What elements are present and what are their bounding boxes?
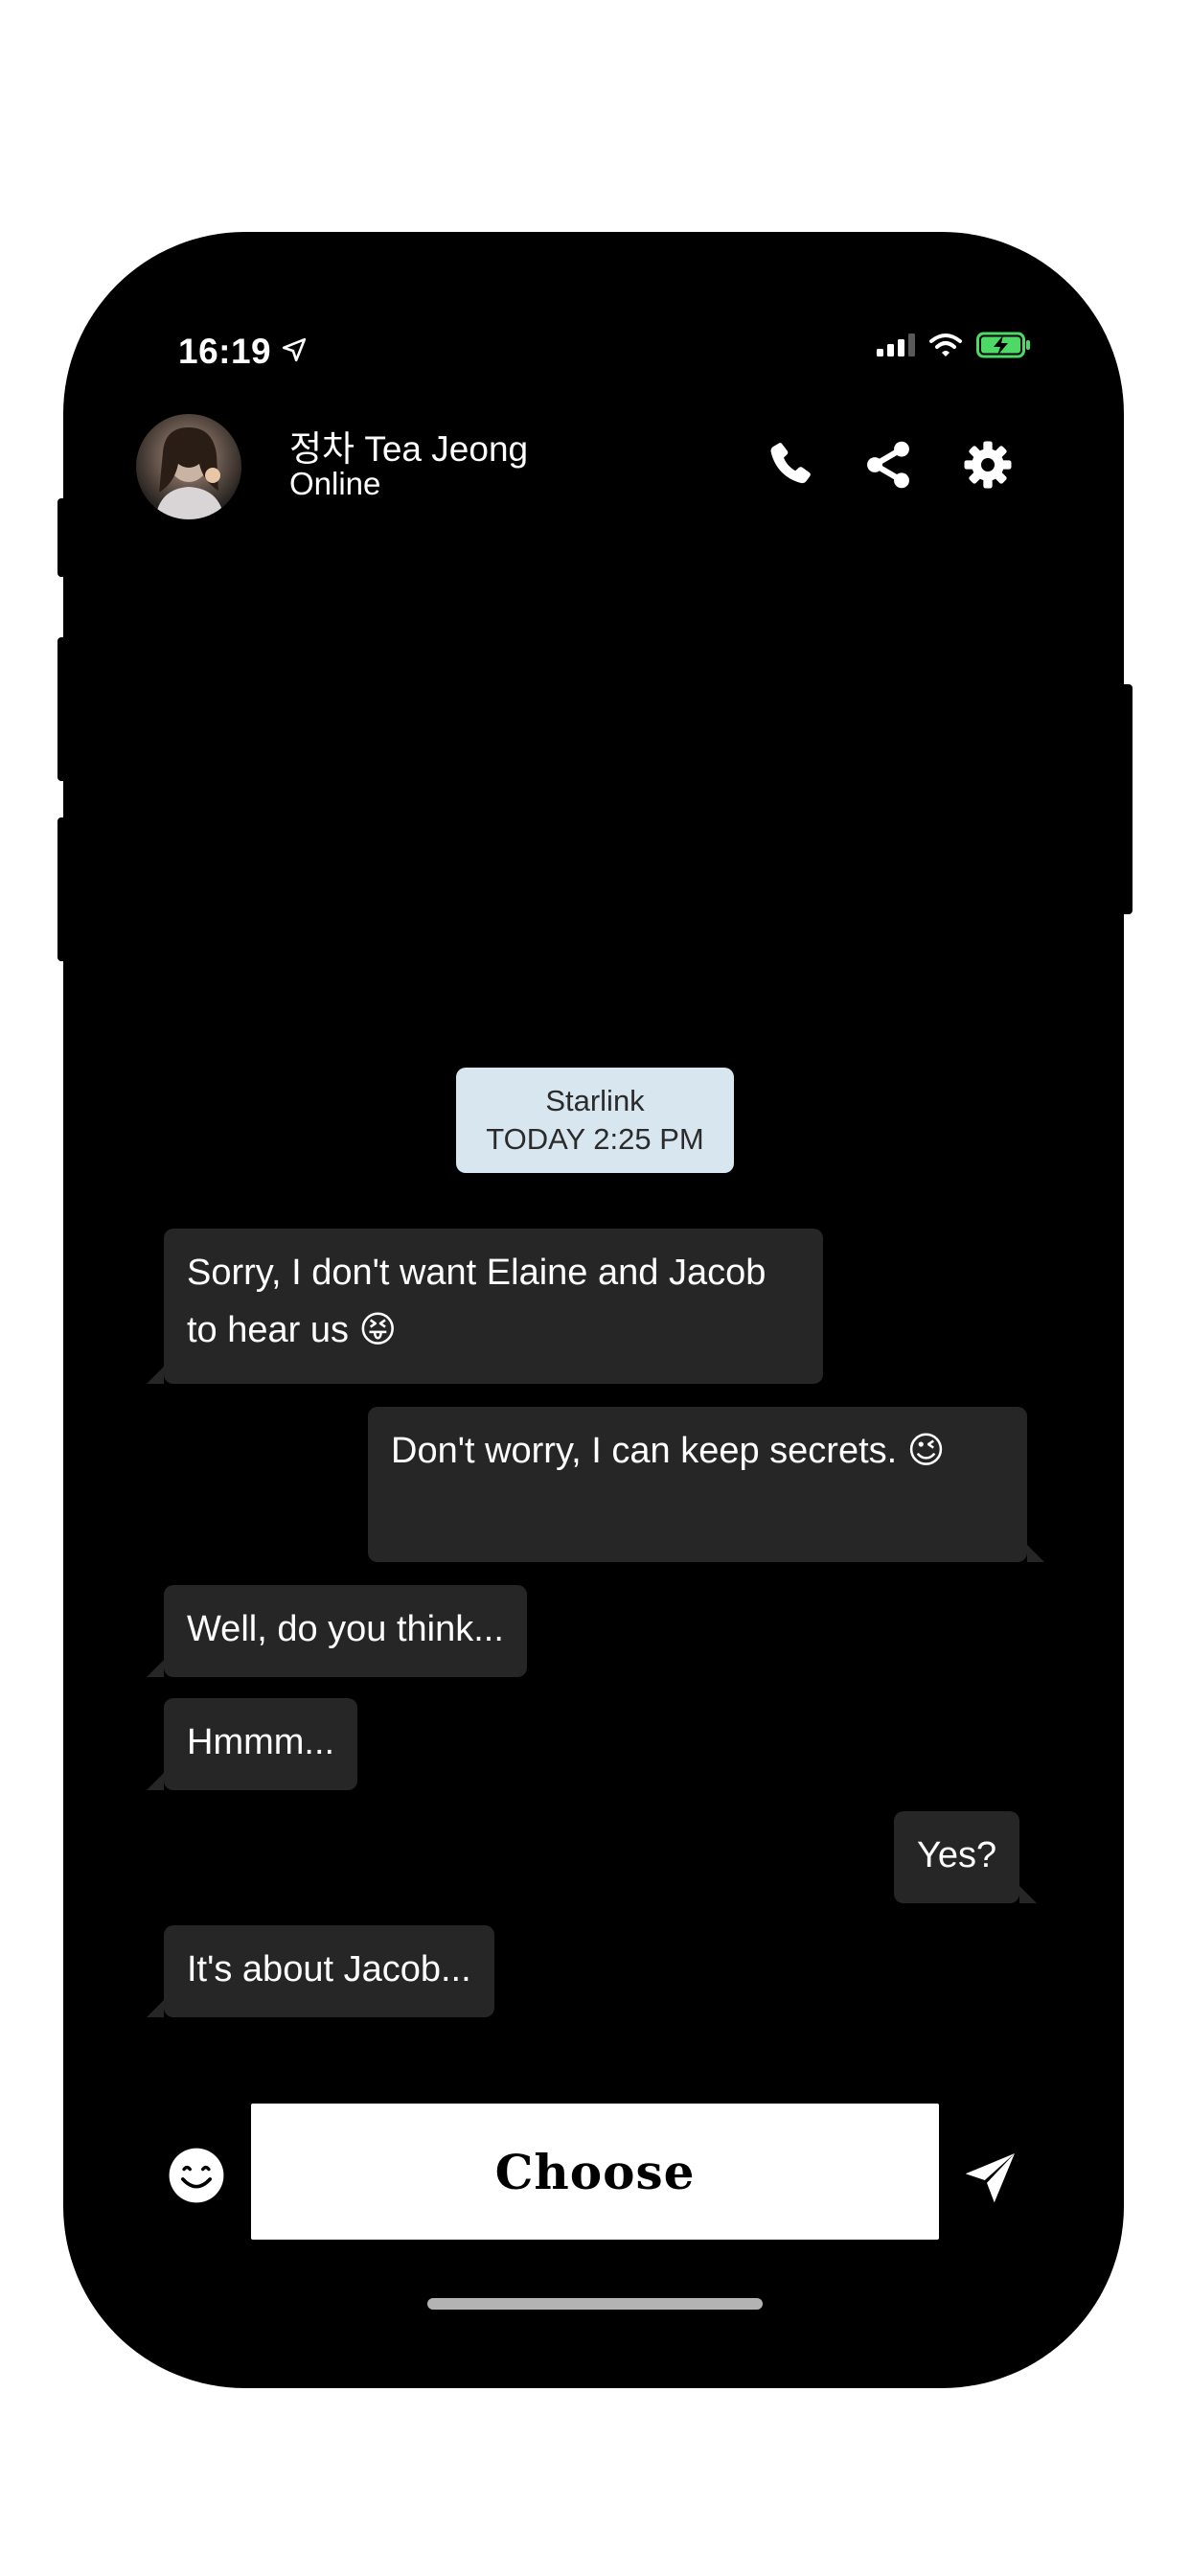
share-icon [867,441,909,489]
message-bubble-incoming[interactable]: It's about Jacob... [147,1925,494,2017]
call-button[interactable] [761,435,820,494]
home-indicator[interactable] [427,2298,763,2310]
contact-name: 정차 Tea Jeong [289,429,529,469]
gear-icon [964,441,1012,489]
send-icon [965,2153,1015,2203]
timestamp-source: Starlink [545,1084,645,1117]
phone-frame: 16:19 정차 Tea Jeong Online Starlink TODAY… [63,232,1124,2388]
screen: 16:19 정차 Tea Jeong Online Starlink TODAY… [0,0,1190,2576]
emoji-button[interactable] [167,2146,226,2205]
smiley-icon [169,2148,224,2203]
status-icons [877,332,1032,358]
send-button[interactable] [962,2149,1019,2206]
message-bubble-outgoing[interactable]: Yes? [894,1811,1038,1903]
timestamp-chip: Starlink TODAY 2:25 PM [456,1068,734,1173]
choose-button[interactable]: Choose [251,2104,939,2240]
signal-icon [877,334,915,356]
settings-button[interactable] [958,435,1018,494]
message-bubble-outgoing[interactable]: Don't worry, I can keep secrets. 😉 [368,1407,1044,1562]
message-bubble-incoming[interactable]: Hmmm... [146,1698,358,1790]
message-bubble-incoming[interactable]: Well, do you think... [147,1585,527,1677]
avatar[interactable] [136,414,241,519]
message-bubble-incoming[interactable]: Sorry, I don't want Elaine and Jacob to … [147,1229,823,1384]
battery-charging-icon [976,332,1030,358]
wifi-icon [929,334,962,356]
status-time: 16:19 [178,332,272,371]
avatar-photo [155,427,224,519]
location-arrow-icon [282,337,307,362]
share-button[interactable] [858,435,918,494]
timestamp-time: TODAY 2:25 PM [486,1122,704,1156]
phone-icon [770,443,811,484]
contact-status: Online [289,466,381,501]
